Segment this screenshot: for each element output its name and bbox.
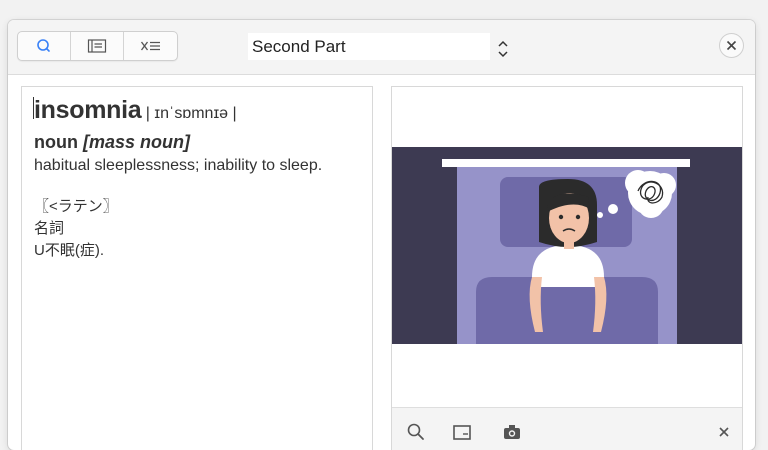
definition-gloss: habitual sleeplessness; inability to sle… (34, 157, 323, 174)
sidebar-list-icon (87, 39, 107, 53)
grammar-label: [mass noun] (83, 132, 191, 152)
toolbar: Second Part (8, 20, 755, 75)
search-icon (37, 39, 50, 52)
close-icon (726, 40, 737, 51)
part-of-speech-line: noun [mass noun] (34, 129, 364, 155)
person-lying-awake-in-bed-illustration[interactable] (392, 147, 742, 344)
japanese-gloss: U不眠(症). (34, 242, 104, 259)
japanese-part-of-speech: 名詞 (34, 220, 65, 237)
crop-icon[interactable] (452, 422, 472, 442)
close-button[interactable] (719, 33, 744, 58)
image-panel (391, 86, 743, 450)
headword-line: insomnia | ɪnˈsɒmnɪə | (34, 95, 364, 129)
search-tab-button[interactable] (18, 32, 71, 60)
headword: insomnia (34, 96, 142, 124)
close-list-icon (140, 41, 160, 51)
japanese-entry: 〖<ラテン〗 名詞 U不眠(症). (34, 196, 364, 262)
definition-panel[interactable]: insomnia | ɪnˈsɒmnɪə | noun [mass noun] … (21, 86, 373, 450)
japanese-etymology: 〖<ラテン〗 (34, 198, 118, 215)
app-window: Second Part insomnia | ɪnˈsɒmnɪə | noun … (8, 20, 755, 450)
text-cursor (33, 97, 34, 119)
image-toolbar (392, 407, 742, 450)
pronunciation: | ɪnˈsɒmnɪə | (145, 105, 237, 122)
view-mode-segmented-control (17, 31, 178, 61)
definition-content: insomnia | ɪnˈsɒmnɪə | noun [mass noun] … (33, 95, 364, 262)
section-select-value: Second Part (252, 36, 346, 56)
sidebar-tab-button[interactable] (71, 32, 124, 60)
part-of-speech: noun (34, 132, 78, 152)
section-select[interactable]: Second Part (248, 33, 490, 60)
chevron-up-down-icon[interactable] (496, 38, 510, 60)
zoom-icon[interactable] (406, 422, 426, 442)
close-icon[interactable] (714, 422, 734, 442)
camera-icon[interactable] (502, 422, 522, 442)
clear-list-tab-button[interactable] (124, 32, 177, 60)
